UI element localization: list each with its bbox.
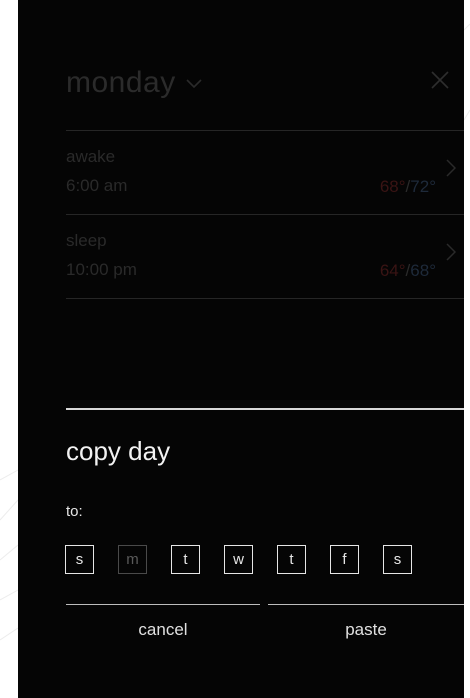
to-label: to: xyxy=(66,503,83,520)
cancel-divider xyxy=(66,604,260,605)
row-temps: 68°/72° xyxy=(379,177,436,196)
paste-divider xyxy=(268,604,464,605)
copy-day-title: copy day xyxy=(66,436,171,466)
row-label: awake xyxy=(66,147,116,166)
day-toggle-friday[interactable]: f xyxy=(330,545,359,574)
cancel-button[interactable]: cancel xyxy=(66,620,260,640)
schedule-row-sleep[interactable]: sleep 10:00 pm 64°/68° xyxy=(66,215,464,297)
day-toggle-thursday[interactable]: t xyxy=(277,545,306,574)
day-dropdown[interactable]: monday xyxy=(66,66,202,100)
row-time: 6:00 am xyxy=(66,176,128,195)
row-temps: 64°/68° xyxy=(379,261,436,280)
paste-button[interactable]: paste xyxy=(268,620,464,640)
schedule-screen: monday awake 6:00 am 68°/72° sleep 10:00… xyxy=(18,0,464,698)
cool-setpoint: 72° xyxy=(410,177,436,196)
day-toggle-tuesday[interactable]: t xyxy=(171,545,200,574)
day-picker: s m t w t f s xyxy=(65,545,412,574)
heat-setpoint: 64° xyxy=(379,261,406,280)
close-icon[interactable] xyxy=(430,70,450,90)
day-toggle-saturday[interactable]: s xyxy=(383,545,412,574)
chevron-right-icon xyxy=(446,159,456,177)
divider xyxy=(66,298,464,299)
panel-divider xyxy=(66,408,464,410)
day-toggle-monday: m xyxy=(118,545,147,574)
row-label: sleep xyxy=(66,231,107,250)
chevron-right-icon xyxy=(446,243,456,261)
schedule-row-awake[interactable]: awake 6:00 am 68°/72° xyxy=(66,131,464,213)
day-toggle-wednesday[interactable]: w xyxy=(224,545,253,574)
header: monday xyxy=(66,60,464,110)
day-toggle-sunday[interactable]: s xyxy=(65,545,94,574)
day-title: monday xyxy=(66,66,176,99)
chevron-down-icon xyxy=(186,79,202,89)
row-time: 10:00 pm xyxy=(66,260,137,279)
cool-setpoint: 68° xyxy=(410,261,436,280)
heat-setpoint: 68° xyxy=(379,177,406,196)
